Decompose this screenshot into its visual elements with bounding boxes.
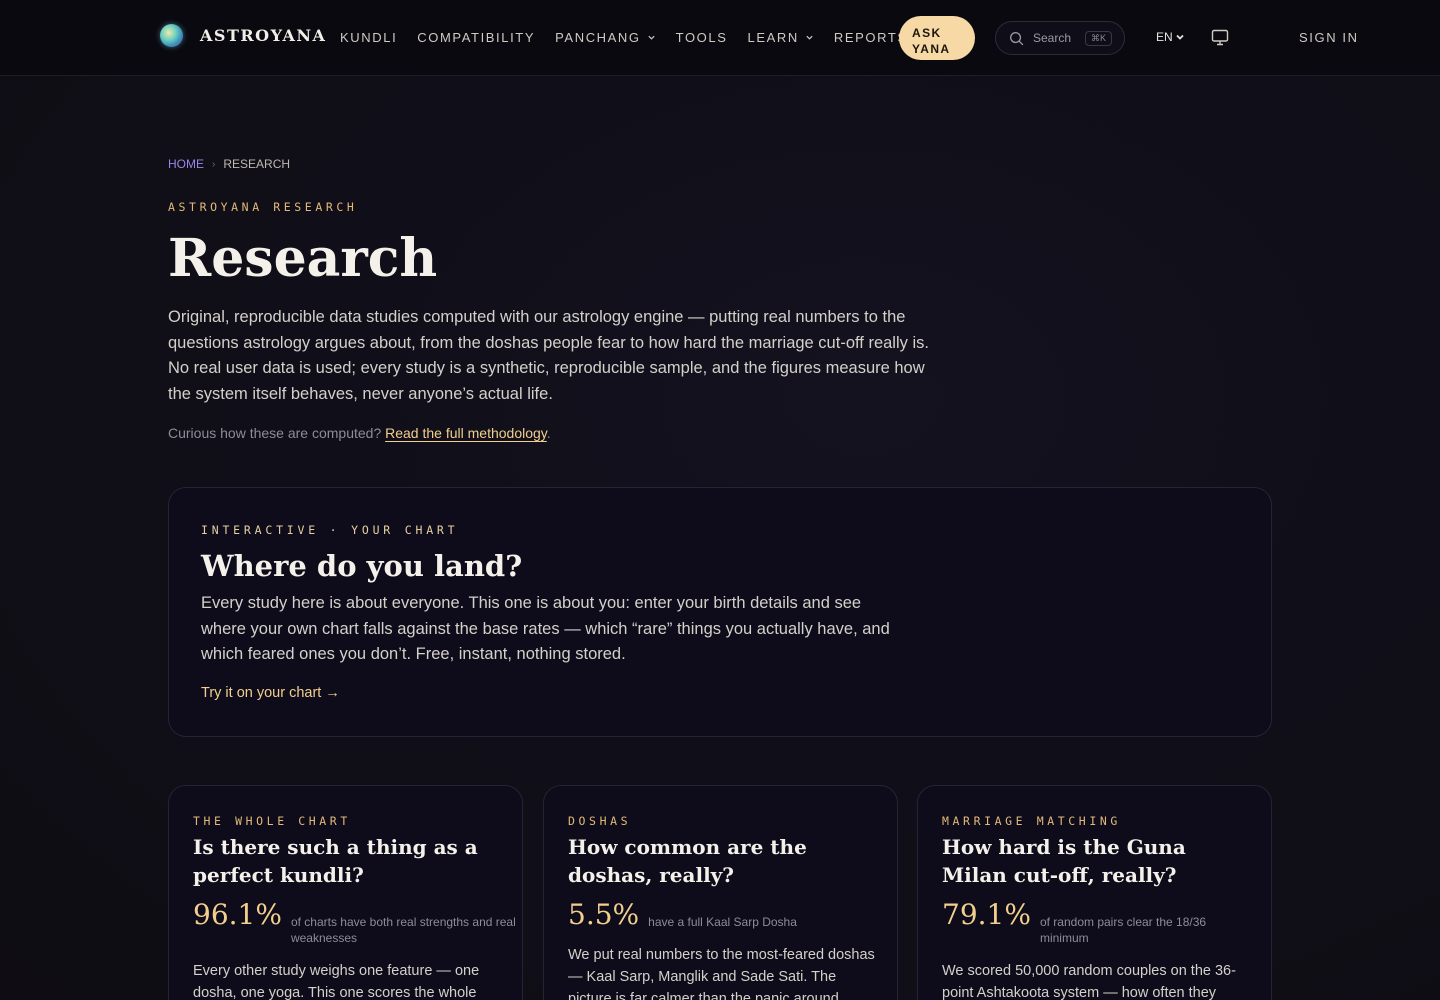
nav-item-panchang[interactable]: PANCHANG bbox=[555, 30, 656, 45]
ask-label-line1: ASK bbox=[912, 26, 942, 40]
study-stat: 96.1% of charts have both real strengths… bbox=[193, 897, 516, 946]
study-eyebrow: MARRIAGE MATCHING bbox=[942, 814, 1121, 828]
study-card-doshas[interactable]: DOSHAS How common are the doshas, really… bbox=[543, 785, 898, 1000]
search-box[interactable]: Search ⌘K bbox=[995, 21, 1125, 55]
study-stat: 5.5% have a full Kaal Sarp Dosha bbox=[568, 897, 868, 933]
main-menu: KUNDLI COMPATIBILITY PANCHANG TOOLS LEAR… bbox=[340, 30, 928, 45]
study-card-perfect-kundli[interactable]: THE WHOLE CHART Is there such a thing as… bbox=[168, 785, 523, 1000]
language-label: EN bbox=[1156, 30, 1173, 44]
brand-name: ASTROYANA bbox=[200, 25, 327, 45]
nav-label: TOOLS bbox=[675, 30, 728, 45]
hero-eyebrow: ASTROYANA RESEARCH bbox=[168, 200, 358, 214]
study-body: We scored 50,000 random couples on the 3… bbox=[942, 963, 1236, 1000]
nav-item-tools[interactable]: TOOLS bbox=[676, 30, 728, 45]
breadcrumb-home-link[interactable]: HOME bbox=[168, 157, 204, 171]
breadcrumb-separator-icon: › bbox=[212, 158, 216, 170]
study-stat-caption: of charts have both real strengths and r… bbox=[290, 915, 516, 945]
top-navigation: ASTROYANA KUNDLI COMPATIBILITY PANCHANG … bbox=[0, 0, 1440, 76]
theme-monitor-icon[interactable] bbox=[1211, 29, 1229, 46]
brand-logo-link[interactable]: ASTROYANA bbox=[160, 22, 326, 48]
chevron-down-icon bbox=[806, 35, 813, 40]
ask-label-line2: YANA bbox=[912, 42, 951, 56]
methodology-line: Curious how these are computed? Read the… bbox=[168, 425, 551, 441]
methodology-suffix: . bbox=[546, 425, 551, 441]
methodology-link[interactable]: Read the full methodology bbox=[385, 425, 547, 441]
try-on-your-chart-link[interactable]: Try it on your chart → bbox=[201, 685, 340, 701]
ask-yana-button[interactable]: ASK YANA bbox=[899, 16, 975, 60]
study-eyebrow: DOSHAS bbox=[568, 814, 632, 828]
study-stat-value: 96.1% bbox=[193, 898, 282, 931]
chevron-down-icon bbox=[1176, 34, 1184, 40]
breadcrumb: HOME › RESEARCH bbox=[168, 157, 290, 171]
study-body: We put real numbers to the most-feared d… bbox=[568, 947, 875, 1000]
nav-label: COMPATIBILITY bbox=[417, 30, 536, 45]
study-title: How hard is the Guna Milan cut-off, real… bbox=[942, 835, 1186, 887]
nav-label: PANCHANG bbox=[555, 30, 641, 45]
study-eyebrow: THE WHOLE CHART bbox=[193, 814, 351, 828]
interactive-chart-card: INTERACTIVE · YOUR CHART Where do you la… bbox=[168, 487, 1272, 737]
study-stat: 79.1% of random pairs clear the 18/36 mi… bbox=[942, 897, 1240, 946]
cta-title: Where do you land? bbox=[201, 549, 523, 583]
breadcrumb-current: RESEARCH bbox=[223, 157, 291, 171]
cta-eyebrow: INTERACTIVE · YOUR CHART bbox=[201, 523, 459, 537]
methodology-prefix: Curious how these are computed? bbox=[168, 425, 386, 441]
language-selector[interactable]: EN bbox=[1156, 30, 1185, 44]
sign-in-link[interactable]: SIGN IN bbox=[1299, 30, 1359, 45]
study-title: Is there such a thing as a perfect kundl… bbox=[193, 835, 478, 887]
nav-item-compatibility[interactable]: COMPATIBILITY bbox=[417, 30, 535, 45]
study-body: Every other study weighs one feature — o… bbox=[193, 963, 480, 1000]
hero-intro: Original, reproducible data studies comp… bbox=[168, 308, 929, 403]
cta-body: Every study here is about everyone. This… bbox=[201, 594, 890, 664]
study-stat-value: 5.5% bbox=[568, 898, 640, 931]
search-shortcut-badge: ⌘K bbox=[1085, 30, 1113, 46]
nav-label: LEARN bbox=[747, 30, 799, 45]
nav-item-learn[interactable]: LEARN bbox=[747, 30, 813, 45]
nav-label: REPORTS bbox=[833, 30, 908, 45]
study-card-guna-milan[interactable]: MARRIAGE MATCHING How hard is the Guna M… bbox=[917, 785, 1272, 1000]
page-title: Research bbox=[168, 228, 438, 289]
nav-label: KUNDLI bbox=[340, 30, 398, 45]
study-stat-caption: of random pairs clear the 18/36 minimum bbox=[1039, 915, 1207, 945]
study-title: How common are the doshas, really? bbox=[568, 835, 807, 887]
nav-item-kundli[interactable]: KUNDLI bbox=[340, 30, 397, 45]
astroyana-orb-icon bbox=[160, 23, 183, 47]
study-stat-value: 79.1% bbox=[942, 898, 1031, 931]
search-icon bbox=[1010, 31, 1024, 45]
search-input[interactable]: Search bbox=[1033, 31, 1085, 45]
study-stat-caption: have a full Kaal Sarp Dosha bbox=[648, 915, 797, 929]
nav-item-reports[interactable]: REPORTS bbox=[834, 30, 908, 45]
chevron-down-icon bbox=[648, 35, 655, 40]
